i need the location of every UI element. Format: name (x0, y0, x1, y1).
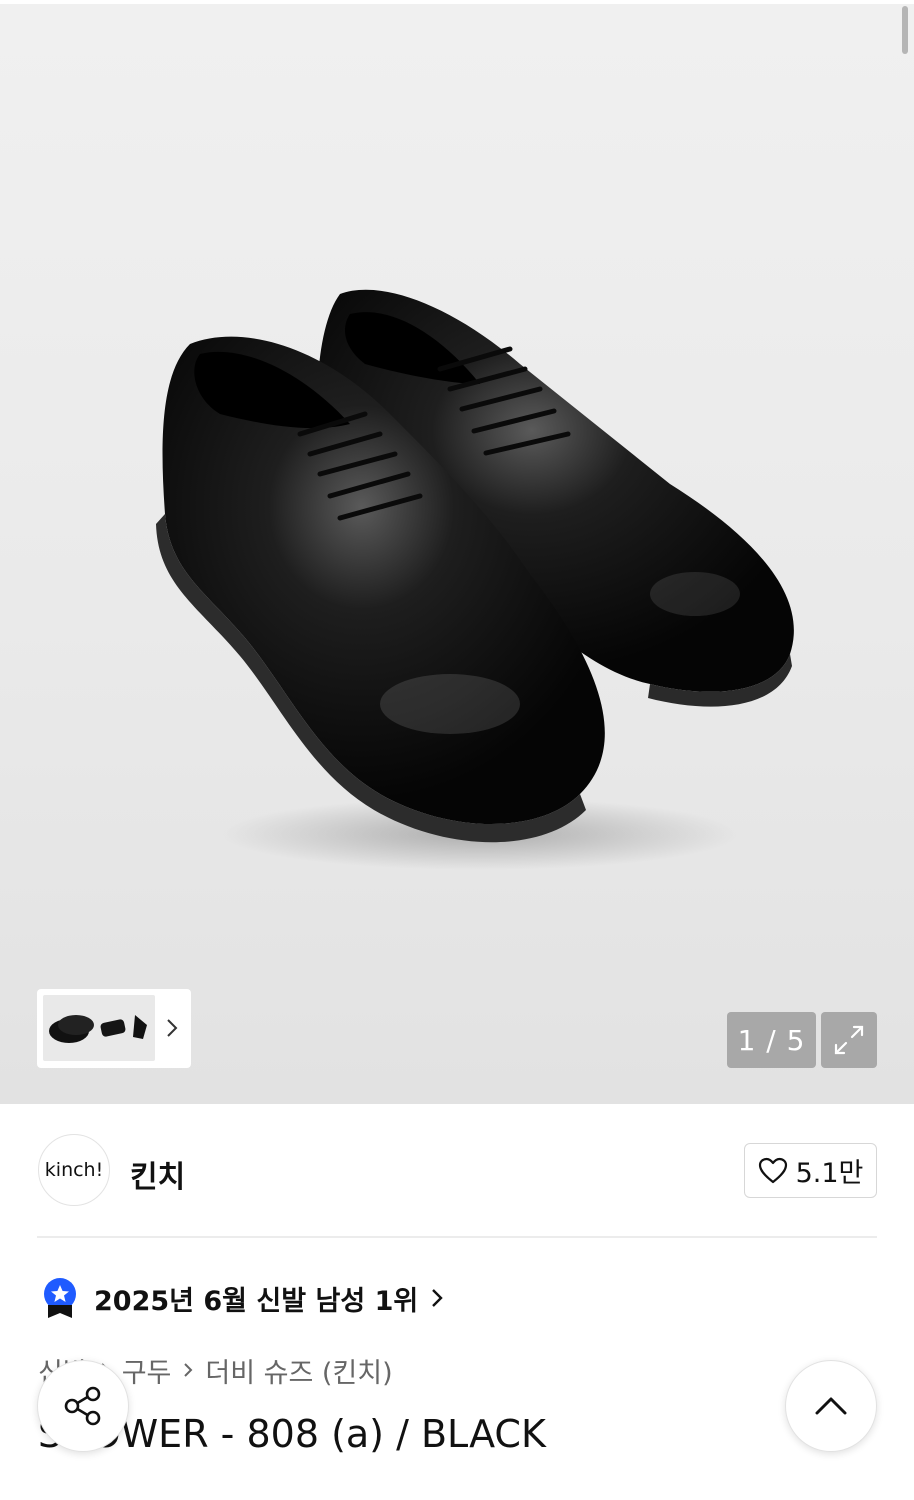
expand-icon (834, 1025, 864, 1055)
brand-row: kinch! 킨치 5.1만 (0, 1104, 914, 1236)
share-button[interactable] (37, 1360, 129, 1452)
brand-name[interactable]: 킨치 (130, 1152, 185, 1196)
like-count: 5.1만 (795, 1158, 864, 1189)
thumbnail-image[interactable] (43, 995, 155, 1061)
share-icon (64, 1386, 101, 1426)
chevron-up-icon (815, 1397, 847, 1415)
ranking-text: 2025년 6월 신발 남성 1위 (94, 1285, 419, 1317)
heart-outline-icon (758, 1157, 787, 1183)
chevron-right-icon[interactable] (165, 1015, 179, 1041)
ranking-link[interactable]: 2025년 6월 신발 남성 1위 (40, 1276, 444, 1320)
image-counter: 1 / 5 (727, 1012, 816, 1068)
divider (37, 1236, 877, 1238)
scroll-to-top-button[interactable] (785, 1360, 877, 1452)
ranking-star-badge-icon (44, 1278, 76, 1318)
chevron-right-icon (432, 1289, 443, 1307)
brand-logo[interactable]: kinch! (38, 1134, 110, 1206)
breadcrumb-item[interactable]: 구두 (122, 1351, 172, 1390)
bottom-edge (0, 1484, 914, 1500)
thumbnail-strip[interactable] (37, 989, 191, 1068)
like-button[interactable]: 5.1만 (744, 1143, 877, 1198)
chevron-right-icon (182, 1360, 194, 1380)
expand-button[interactable] (821, 1012, 877, 1068)
breadcrumb-item[interactable]: 더비 슈즈 (킨치) (205, 1351, 392, 1390)
page-scrollbar[interactable] (902, 6, 908, 54)
product-image (156, 289, 794, 870)
product-image-gallery[interactable]: 1 / 5 (0, 4, 914, 1104)
